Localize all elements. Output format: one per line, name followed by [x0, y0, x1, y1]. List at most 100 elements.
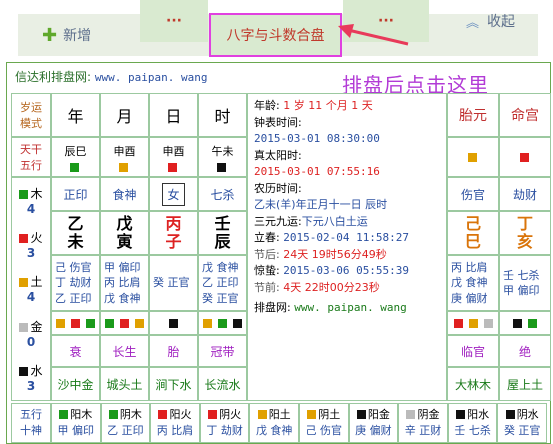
element-swatch: [19, 322, 29, 332]
element-swatch: [135, 318, 144, 328]
heavenly-stem: 丙: [165, 214, 182, 234]
bottom-ten-god: 癸 正官: [503, 424, 541, 437]
heavenly-stem: 乙: [67, 214, 84, 234]
element-swatch: [19, 234, 29, 244]
earthly-branch: 寅: [116, 232, 133, 251]
shishen-label: 十神: [20, 424, 42, 437]
hidden-stem: 戊 食神: [104, 291, 141, 305]
element-count-2: 土4: [19, 273, 43, 305]
bottom-element-cell: 阳火丙 比肩: [150, 403, 200, 443]
pillar-ganzhi: 壬辰: [198, 211, 247, 255]
hidden-stem: 乙 正印: [55, 291, 92, 305]
pillar-god: 七杀: [198, 177, 247, 211]
pillar-god: 正印: [51, 177, 100, 211]
element-swatch: [519, 152, 529, 162]
solar-value: 2015-03-01 07:55:16: [254, 165, 380, 178]
pillar-header: 月: [100, 93, 149, 137]
bottom-element-cell: 阳水壬 七杀: [447, 403, 498, 443]
bottom-element-cell: 阳金庚 偏财: [348, 403, 399, 443]
earthly-branch: 未: [67, 232, 84, 251]
nayin: 长流水: [198, 367, 247, 401]
hidden-swatches: [198, 311, 247, 335]
annotation-arrow: [338, 24, 409, 46]
bottom-ten-god: 壬 七杀: [454, 424, 491, 437]
right-life-stage: 绝: [499, 335, 551, 367]
bottom-ten-god: 己 伤官: [305, 424, 343, 437]
element-counts: 木4火3土4金0水3: [11, 177, 51, 401]
heavenly-stem: 己: [464, 214, 481, 234]
bottom-element-label: 阳木: [59, 407, 92, 424]
bottom-element-cell: 阴木乙 正印: [100, 403, 151, 443]
right-ganzhi: 丁亥: [499, 211, 551, 255]
element-swatch: [108, 410, 118, 419]
heavenly-stem: 戊: [116, 214, 133, 234]
hidden-swatches: [100, 311, 149, 335]
site-label: 信达利排盘网:: [15, 70, 92, 84]
solar-label: 真太阳时:: [254, 148, 302, 162]
before-jie-row: 节前: 4天 22时00分23秒: [254, 280, 380, 294]
collapse-label: 收起: [487, 14, 516, 30]
element-swatch: [356, 410, 366, 419]
element-swatch: [59, 410, 69, 419]
element-swatch: [208, 410, 218, 419]
element-swatch: [456, 410, 466, 419]
element-swatch: [453, 318, 463, 328]
lunar-value: 乙未(羊)年正月十一日 辰时: [254, 198, 388, 211]
element-swatch: [218, 318, 227, 328]
element-count-3: 金0: [19, 318, 43, 349]
element-swatch: [86, 318, 95, 328]
bazi-ziwei-combined-button[interactable]: 八字与斗数合盘: [209, 13, 342, 57]
pillar-header: 日: [149, 93, 198, 137]
right-god: 劫财: [499, 177, 551, 211]
heavenly-stem: 壬: [214, 214, 231, 234]
hidden-stems: 戊 食神乙 正印癸 正官: [198, 255, 247, 311]
element-swatch: [169, 318, 178, 328]
ten-god-label: 七杀: [210, 187, 235, 202]
stem-element-swatch: [217, 162, 226, 172]
plus-icon: ✚: [42, 24, 58, 46]
element-swatch: [19, 367, 29, 377]
element-swatch: [257, 410, 267, 419]
bottom-ten-god: 庚 偏财: [355, 424, 392, 437]
collapse-button[interactable]: ︽ 收起: [448, 0, 538, 42]
element-count-value: 3: [26, 379, 36, 394]
pillar-tag-text: 辰巳: [64, 144, 87, 158]
pillar-tag: 辰巳: [51, 137, 100, 177]
ten-god-label: 正印: [63, 187, 88, 202]
bottom-element-cell: 阴土己 伤官: [299, 403, 349, 443]
element-swatch: [467, 152, 477, 162]
element-swatch: [406, 410, 416, 419]
add-label: 新增: [63, 28, 92, 44]
bottom-element-label: 阴土: [307, 407, 340, 424]
ten-god-label[interactable]: 女: [162, 182, 185, 206]
life-stage: 胎: [149, 335, 198, 367]
more-left-button[interactable]: ···: [140, 0, 208, 42]
bottom-ten-god: 乙 正印: [107, 424, 144, 437]
hidden-stem: 甲 偏印: [503, 284, 540, 297]
hidden-stem: 丁 劫财: [55, 276, 92, 290]
hidden-stem: 癸 正官: [202, 291, 239, 305]
element-swatch: [158, 410, 168, 419]
stem-element-swatch: [168, 162, 177, 172]
element-swatch: [505, 410, 515, 419]
birth-info-panel: 年龄: 1 岁 11 个月 1 天 钟表时间: 2015-03-01 08:30…: [247, 93, 447, 401]
life-stage: 冠带: [198, 335, 247, 367]
element-swatch: [203, 318, 212, 328]
bottom-element-label: 阴火: [208, 407, 241, 424]
hidden-swatches: [149, 311, 198, 335]
right-swatch: [447, 137, 499, 177]
element-swatch: [233, 318, 242, 328]
tiangan-wuxing-label: 天干 五行: [11, 137, 51, 177]
element-swatch: [513, 318, 522, 328]
nayin: 沙中金: [51, 367, 100, 401]
element-count-value: 4: [26, 290, 36, 305]
element-swatch: [120, 318, 129, 328]
pillar-tag-text: 申酉: [113, 144, 136, 158]
bottom-element-label: 阳火: [158, 407, 191, 424]
element-count-1: 火3: [19, 229, 43, 260]
right-life-stage: 临官: [447, 335, 499, 367]
hidden-stem: 丙 比肩: [104, 276, 141, 290]
hidden-stem: 庚 偏财: [451, 291, 488, 305]
hidden-stem: 戊 食神: [451, 276, 488, 290]
site-url[interactable]: www. paipan. wang: [95, 71, 208, 84]
